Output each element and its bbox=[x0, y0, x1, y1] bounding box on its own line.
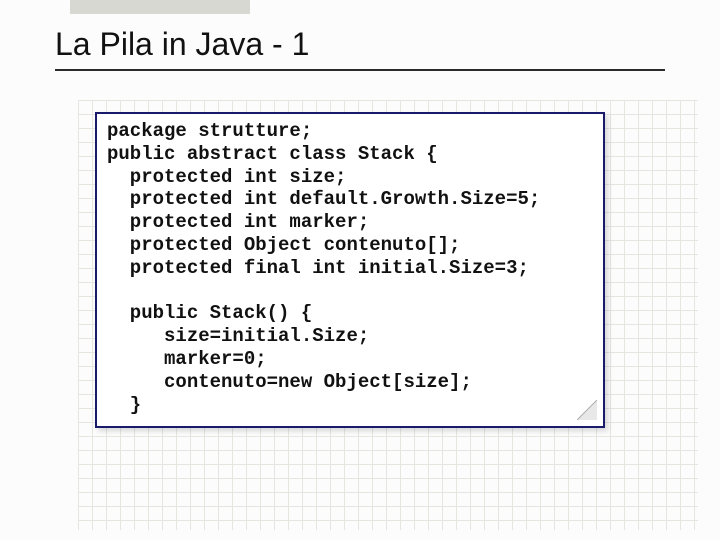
slide: La Pila in Java - 1 package strutture; p… bbox=[0, 0, 720, 540]
code-box: package strutture; public abstract class… bbox=[95, 112, 605, 428]
page-curl-icon bbox=[577, 400, 597, 420]
code-content: package strutture; public abstract class… bbox=[107, 120, 593, 416]
top-tab-decoration bbox=[70, 0, 250, 14]
slide-title: La Pila in Java - 1 bbox=[55, 26, 665, 69]
title-underline bbox=[55, 69, 665, 71]
title-block: La Pila in Java - 1 bbox=[55, 26, 665, 71]
